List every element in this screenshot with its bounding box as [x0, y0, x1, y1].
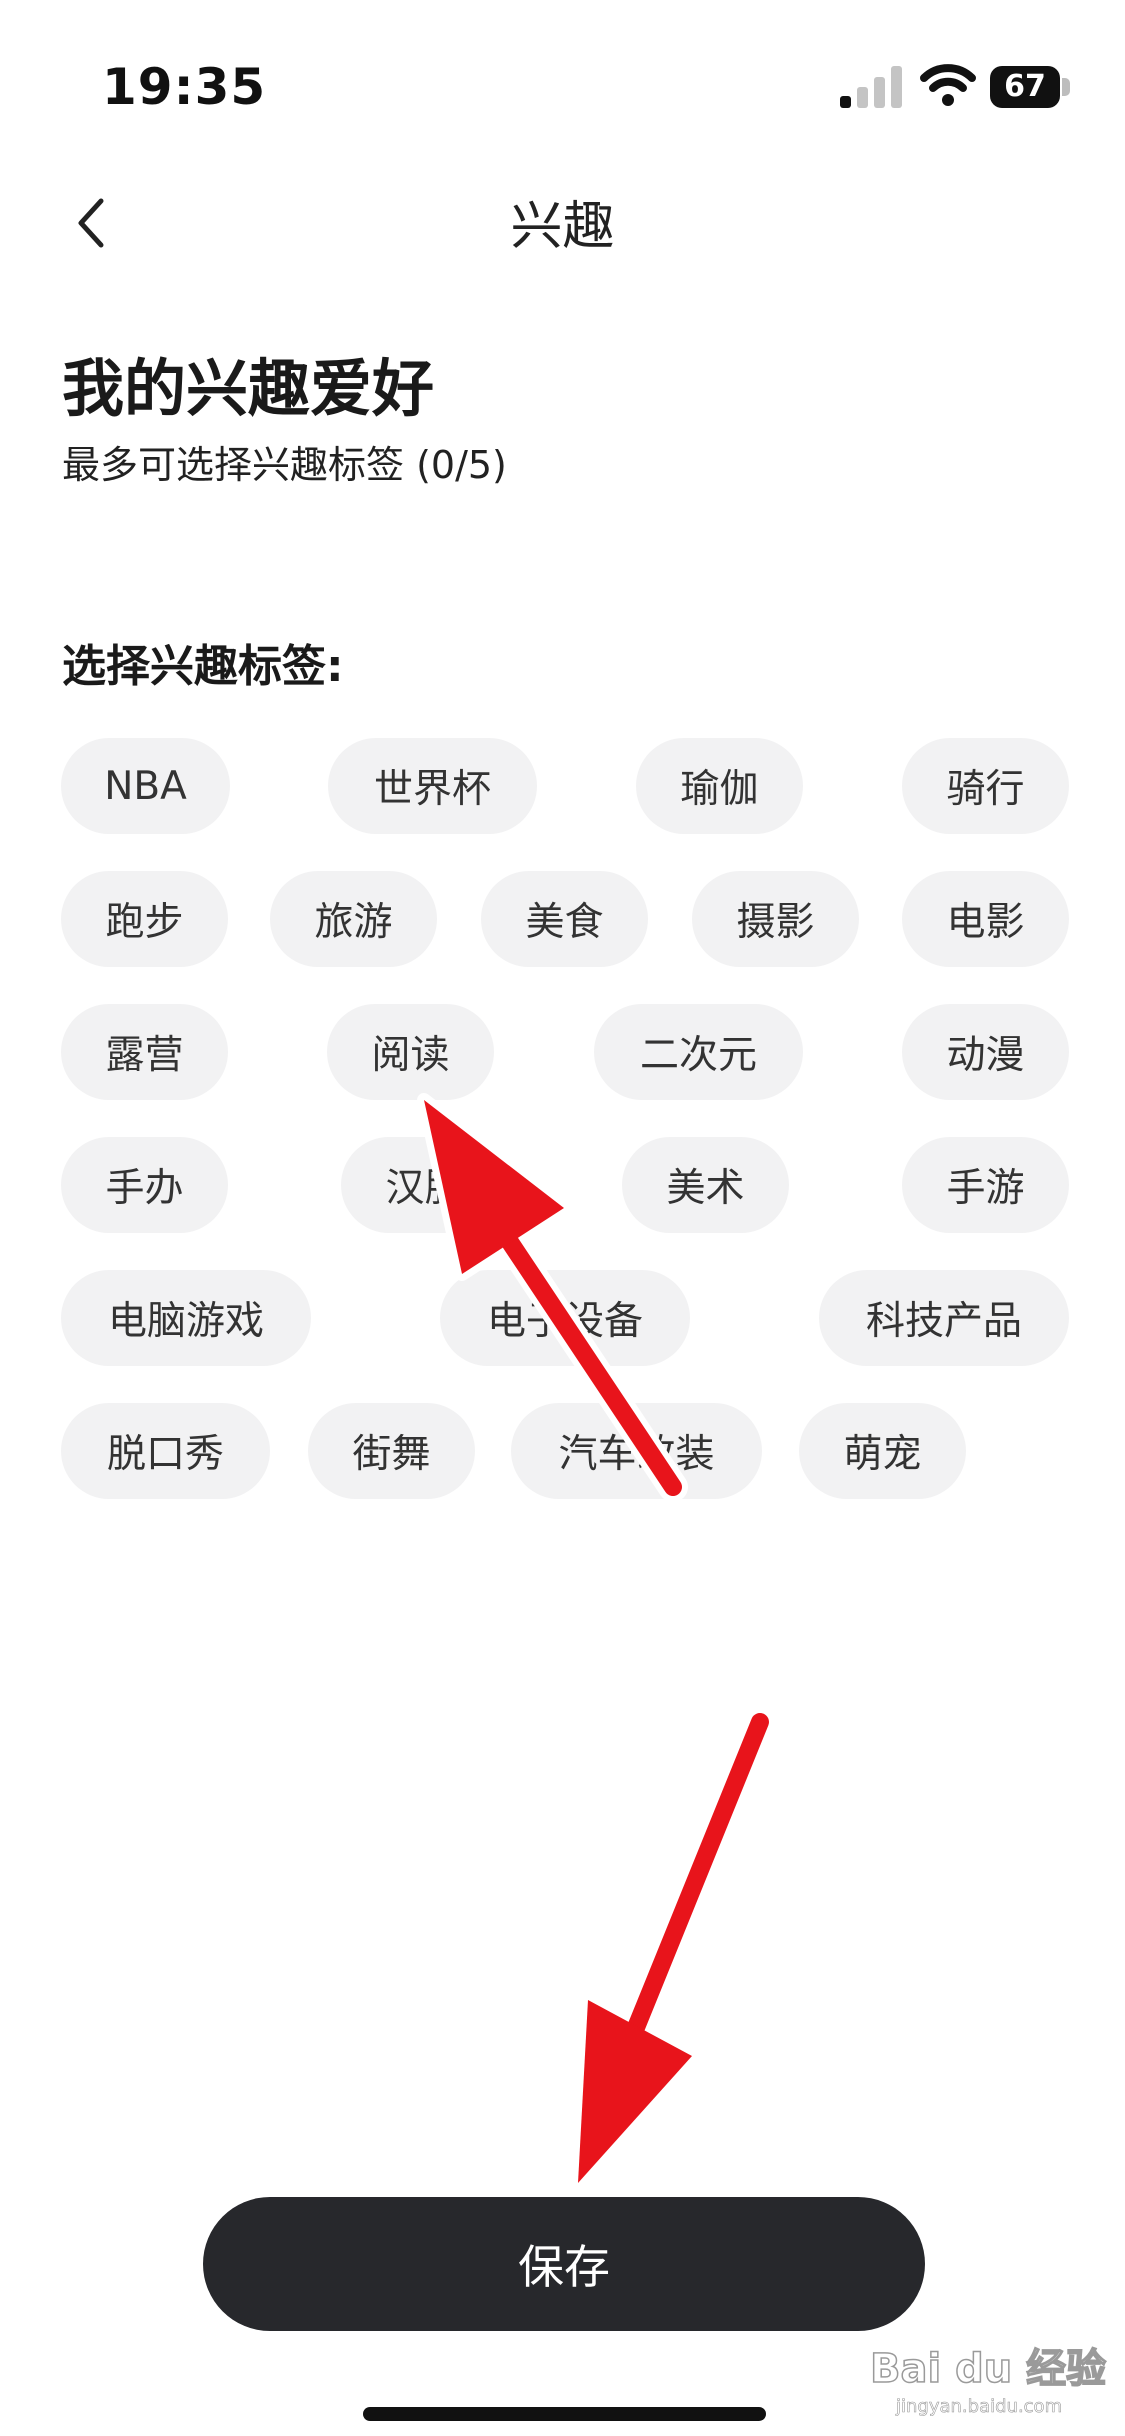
battery-icon: 67	[990, 66, 1072, 110]
tag-street-dance[interactable]: 街舞	[308, 1403, 475, 1499]
tag-yoga[interactable]: 瑜伽	[636, 738, 803, 834]
tag-cycling[interactable]: 骑行	[902, 738, 1069, 834]
tag-camping[interactable]: 露营	[61, 1004, 228, 1100]
tag-electronics[interactable]: 电子设备	[440, 1270, 690, 1366]
save-button[interactable]: 保存	[203, 2197, 925, 2331]
arrow-to-save-button	[571, 1707, 775, 2190]
tag-tech-products[interactable]: 科技产品	[819, 1270, 1069, 1366]
page-title: 兴趣	[510, 197, 615, 257]
cellular-signal-icon	[840, 66, 902, 108]
interests-heading: 我的兴趣爱好	[62, 352, 435, 425]
tag-reading[interactable]: 阅读	[327, 1004, 494, 1100]
tag-pets[interactable]: 萌宠	[799, 1403, 966, 1499]
nav-bar: 兴趣	[0, 170, 1125, 270]
tag-section-label: 选择兴趣标签:	[62, 641, 344, 692]
tag-food[interactable]: 美食	[481, 871, 648, 967]
status-time: 19:35	[102, 58, 267, 116]
watermark-url: jingyan.baidu.com	[895, 2396, 1062, 2417]
tag-mobile-games[interactable]: 手游	[902, 1137, 1069, 1233]
status-bar: 19:35 67	[0, 0, 1125, 170]
battery-level: 67	[990, 66, 1060, 108]
tag-hanfu[interactable]: 汉服	[341, 1137, 508, 1233]
tag-standup[interactable]: 脱口秀	[61, 1403, 270, 1499]
tag-pc-games[interactable]: 电脑游戏	[61, 1270, 311, 1366]
tag-photography[interactable]: 摄影	[692, 871, 859, 967]
tag-art[interactable]: 美术	[622, 1137, 789, 1233]
tag-movies[interactable]: 电影	[902, 871, 1069, 967]
tag-figures[interactable]: 手办	[61, 1137, 228, 1233]
watermark-brand: Bai du 经验	[870, 2346, 1106, 2392]
tag-nba[interactable]: NBA	[61, 738, 230, 834]
tag-running[interactable]: 跑步	[61, 871, 228, 967]
tag-travel[interactable]: 旅游	[270, 871, 437, 967]
selection-count-text: 最多可选择兴趣标签 (0/5)	[62, 443, 507, 487]
tag-car-modding[interactable]: 汽车改装	[511, 1403, 762, 1499]
home-indicator	[363, 2407, 766, 2421]
tag-anime[interactable]: 二次元	[594, 1004, 803, 1100]
baidu-jingyan-watermark: Bai du 经验 jingyan.baidu.com	[869, 2345, 1107, 2417]
tag-world-cup[interactable]: 世界杯	[328, 738, 537, 834]
tag-animation[interactable]: 动漫	[902, 1004, 1069, 1100]
wifi-icon	[920, 64, 976, 106]
